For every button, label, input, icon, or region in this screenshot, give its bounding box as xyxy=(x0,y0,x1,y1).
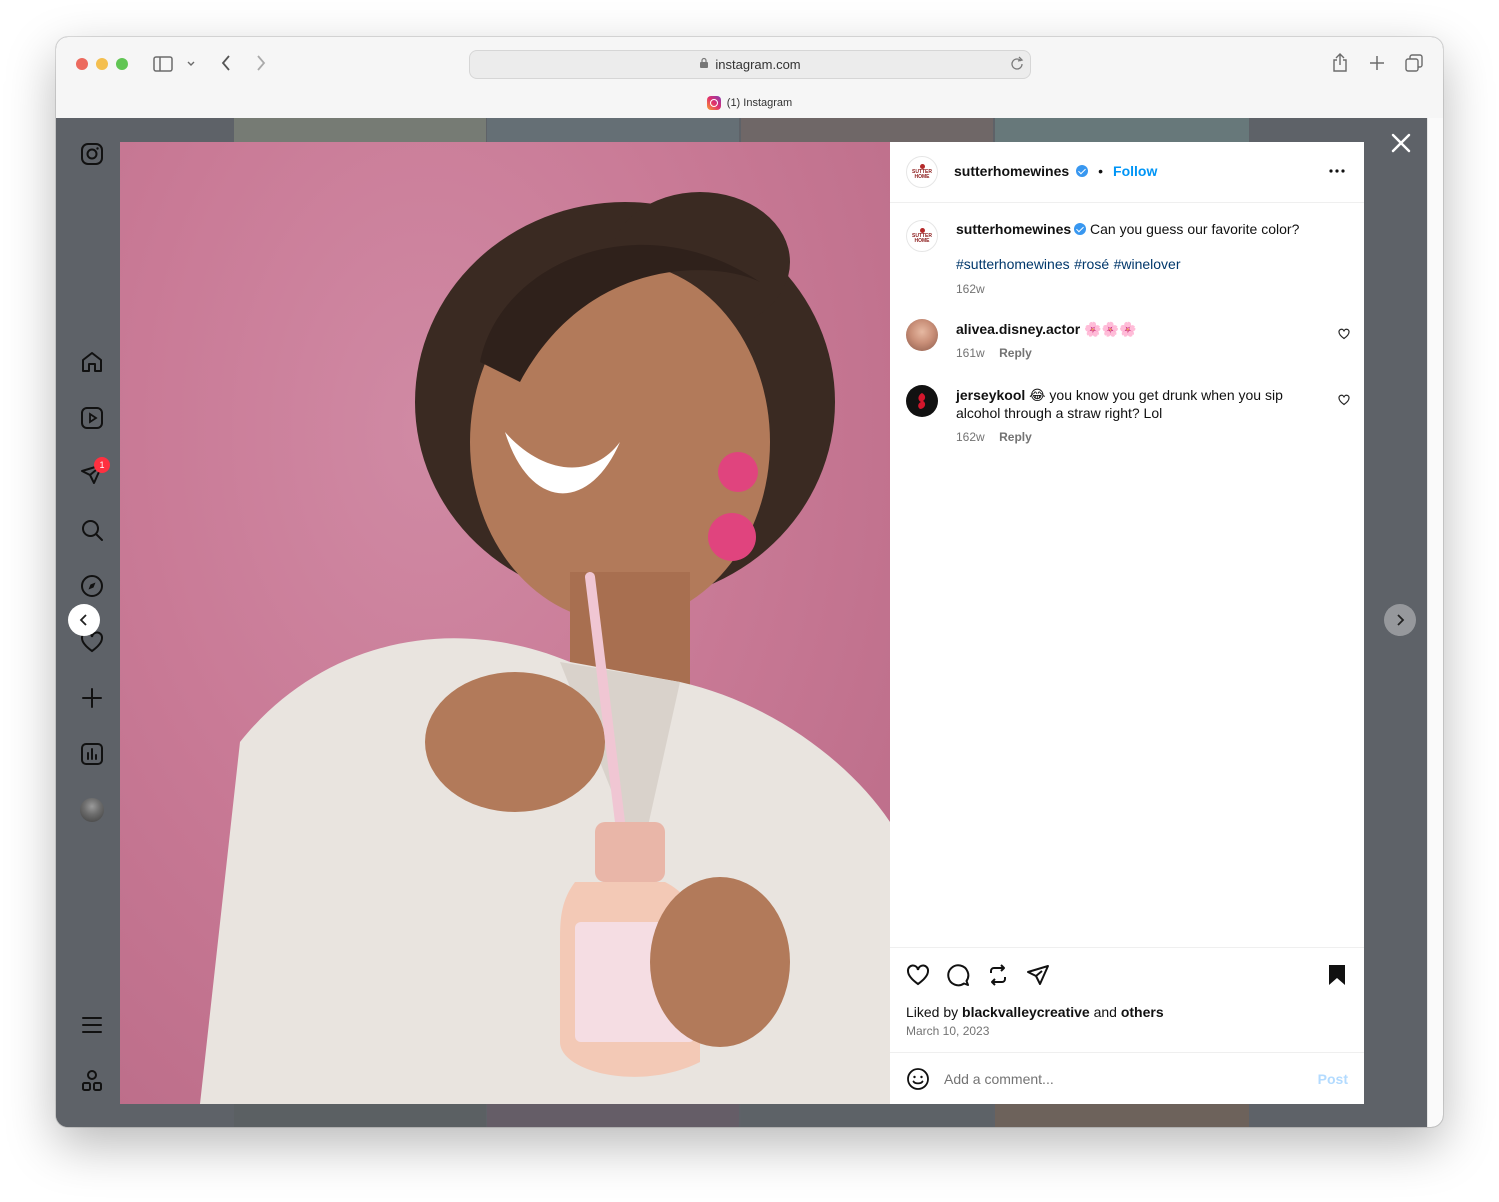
likes-summary: Liked by blackvalleycreative and others xyxy=(906,1004,1164,1020)
verified-badge-icon xyxy=(1076,165,1089,177)
feed-tile xyxy=(741,118,993,142)
hashtag-link[interactable]: #rosé xyxy=(1074,256,1109,272)
address-bar[interactable]: instagram.com xyxy=(469,50,1031,79)
verified-badge-icon xyxy=(1074,223,1087,235)
post-photo[interactable] xyxy=(120,142,890,1104)
feed-tile xyxy=(487,1104,739,1127)
feed-tile xyxy=(487,118,739,142)
create-plus-icon[interactable] xyxy=(78,684,106,712)
saved-bookmark-icon[interactable] xyxy=(1324,962,1350,988)
post-photo-illustration xyxy=(200,192,890,1104)
comment-time: 161w xyxy=(956,346,985,360)
likes-and: and xyxy=(1093,1004,1117,1020)
instagram-favicon-icon xyxy=(706,96,721,110)
browser-window: instagram.com (1) Instagram 1 SUTTER HOM… xyxy=(56,37,1443,1127)
comment-meta: 161w Reply xyxy=(956,344,1326,362)
messages-badge: 1 xyxy=(94,457,110,473)
caption-text: Can you guess our favorite color? xyxy=(1090,221,1300,237)
close-window-button[interactable] xyxy=(76,58,88,70)
home-icon[interactable] xyxy=(78,348,106,376)
profile-avatar[interactable] xyxy=(78,796,106,824)
tab-title-text: (1) Instagram xyxy=(726,97,793,109)
repost-icon[interactable] xyxy=(985,962,1011,988)
zoom-window-button[interactable] xyxy=(116,58,128,70)
instagram-logo-icon[interactable] xyxy=(78,140,106,168)
active-tab[interactable]: (1) Instagram xyxy=(56,94,1443,112)
likes-others-link[interactable]: others xyxy=(1121,1004,1164,1020)
caption-author-avatar[interactable]: SUTTER HOME xyxy=(906,220,938,252)
reload-icon[interactable] xyxy=(1010,55,1024,74)
close-post-button[interactable] xyxy=(1388,132,1414,158)
author-username[interactable]: sutterhomewines xyxy=(954,163,1069,179)
forward-arrow-icon[interactable] xyxy=(251,52,271,74)
author-avatar[interactable]: SUTTER HOME xyxy=(906,156,938,188)
hashtag-link[interactable]: #winelover xyxy=(1114,256,1181,272)
dashboard-chart-icon[interactable] xyxy=(78,740,106,768)
feed-tile xyxy=(234,1104,486,1127)
likes-prefix: Liked by xyxy=(906,1004,959,1020)
more-apps-icon[interactable] xyxy=(78,1067,106,1095)
post-details-panel: SUTTER HOME sutterhomewines • Follow SUT… xyxy=(890,142,1364,1104)
reply-button[interactable]: Reply xyxy=(999,346,1032,360)
like-comment-heart-icon[interactable] xyxy=(1338,393,1350,411)
url-text: instagram.com xyxy=(715,57,801,72)
emoji-picker-icon[interactable] xyxy=(906,1067,930,1096)
follow-button[interactable]: Follow xyxy=(1113,163,1157,179)
feed-tile xyxy=(995,1104,1249,1127)
lock-icon xyxy=(699,57,709,72)
reels-icon[interactable] xyxy=(78,404,106,432)
browser-toolbar: instagram.com (1) Instagram xyxy=(56,37,1443,119)
previous-post-button[interactable] xyxy=(68,604,100,636)
comment-username[interactable]: jerseykool xyxy=(956,387,1025,403)
avatar-text-bottom: HOME xyxy=(914,174,930,180)
comment-meta: 162w Reply xyxy=(956,428,1326,446)
tab-overview-icon[interactable] xyxy=(1403,52,1425,74)
feed-tile xyxy=(995,118,1249,142)
reply-button[interactable]: Reply xyxy=(999,430,1032,444)
comment-text: 🌸🌸🌸 xyxy=(1084,321,1137,337)
like-comment-heart-icon[interactable] xyxy=(1338,327,1350,345)
feed-tile xyxy=(234,118,486,142)
chevron-down-icon[interactable] xyxy=(184,55,198,73)
new-tab-icon[interactable] xyxy=(1366,52,1388,74)
author-line: sutterhomewines • Follow xyxy=(954,163,1157,179)
caption: sutterhomewines Can you guess our favori… xyxy=(956,220,1346,296)
comment-time: 162w xyxy=(956,430,985,444)
search-icon[interactable] xyxy=(78,516,106,544)
commenter-avatar[interactable] xyxy=(906,319,938,351)
comment-bubble-icon[interactable] xyxy=(945,962,971,988)
like-heart-icon[interactable] xyxy=(905,962,931,988)
caption-hashtags: #sutterhomewines #rosé #winelover xyxy=(956,256,1346,274)
next-post-button[interactable] xyxy=(1384,604,1416,636)
post-header: SUTTER HOME sutterhomewines • Follow xyxy=(890,142,1364,203)
caption-time: 162w xyxy=(956,282,985,296)
minimize-window-button[interactable] xyxy=(96,58,108,70)
comment-input[interactable] xyxy=(944,1067,1304,1091)
post-actions: Liked by blackvalleycreative and others … xyxy=(890,947,1364,1053)
liked-by-user[interactable]: blackvalleycreative xyxy=(962,1004,1090,1020)
comment-item: alivea.disney.actor 🌸🌸🌸 161w Reply xyxy=(956,320,1326,362)
sidebar-toggle-icon[interactable] xyxy=(152,53,174,75)
back-arrow-icon[interactable] xyxy=(216,52,236,74)
share-icon[interactable] xyxy=(1329,51,1351,75)
explore-icon[interactable] xyxy=(78,572,106,600)
post-comment-button[interactable]: Post xyxy=(1318,1071,1348,1087)
avatar-text-bottom: HOME xyxy=(914,238,930,244)
share-send-icon[interactable] xyxy=(1025,962,1051,988)
page-scrollbar[interactable] xyxy=(1427,118,1443,1127)
feed-tile xyxy=(741,1104,993,1127)
page-viewport: 1 SUTTER HOME sutterhomewines • Follow S… xyxy=(56,118,1428,1127)
commenter-avatar[interactable] xyxy=(906,385,938,417)
comment-username[interactable]: alivea.disney.actor xyxy=(956,321,1080,337)
comment-item: jerseykool 😂 you know you get drunk when… xyxy=(956,386,1326,446)
separator-dot: • xyxy=(1098,163,1104,179)
caption-username[interactable]: sutterhomewines xyxy=(956,221,1071,237)
menu-hamburger-icon[interactable] xyxy=(78,1011,106,1039)
more-options-icon[interactable] xyxy=(1328,162,1346,185)
hashtag-link[interactable]: #sutterhomewines xyxy=(956,256,1070,272)
post-date: March 10, 2023 xyxy=(906,1024,990,1038)
comment-composer: Post xyxy=(890,1052,1364,1105)
